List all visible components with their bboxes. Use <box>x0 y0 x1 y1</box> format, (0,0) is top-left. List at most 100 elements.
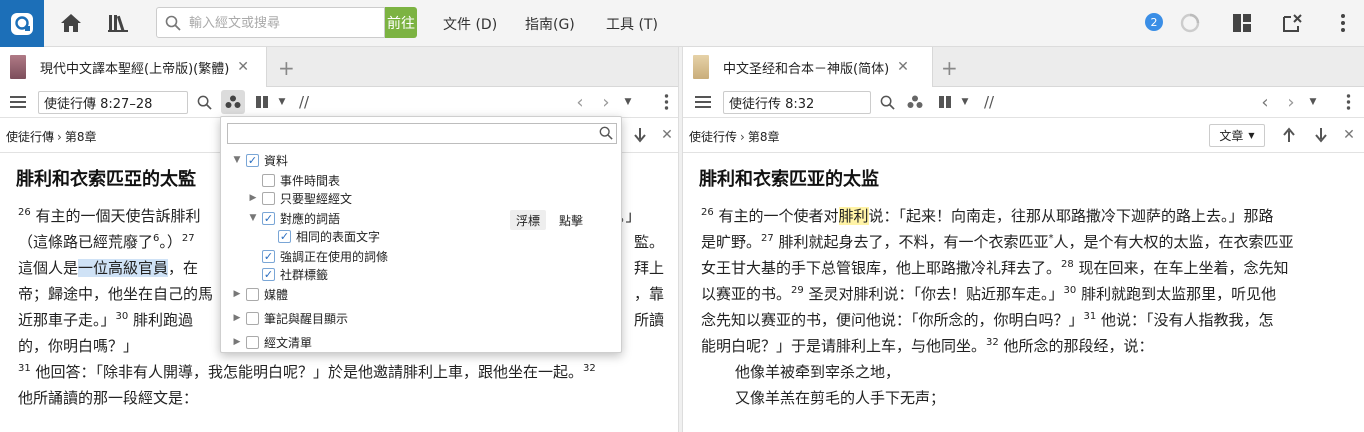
close-panels-icon[interactable] <box>1279 10 1305 36</box>
tree-item[interactable]: ▶ 媒體 <box>231 284 288 304</box>
tree-item[interactable]: 社群標籤 <box>247 264 328 284</box>
left-tabbar: 現代中文譯本聖經(上帝版)(繁體) ✕ + <box>0 47 678 87</box>
checkbox[interactable] <box>246 311 259 325</box>
tree-item-label: 只要聖經經文 <box>280 191 353 206</box>
chevron-down-icon[interactable]: ▼ <box>272 92 292 112</box>
arrow-up-icon[interactable] <box>1279 125 1299 145</box>
information-dropdown: ▼ 資料事件時間表 ▶ 只要聖經經文 ▼ 對應的詞語相同的表面文字強調正在使用的詞條社群標… <box>220 116 622 353</box>
tree-item-label: 媒體 <box>264 287 289 302</box>
breadcrumb-book[interactable]: 使徒行传 <box>689 130 737 144</box>
notification-badge[interactable]: 2 <box>1145 13 1163 31</box>
menu-guide[interactable]: 指南(G) <box>525 14 575 34</box>
verse-line-tail: 監。 <box>634 233 665 251</box>
link-slash-icon[interactable]: // <box>294 92 314 112</box>
history-dropdown-icon[interactable]: ▼ <box>618 92 638 112</box>
back-icon[interactable]: ‹ <box>570 92 590 113</box>
tree-item[interactable]: 強調正在使用的詞條 <box>247 246 388 266</box>
float-option-button[interactable]: 浮標 <box>510 210 547 230</box>
book-cover-icon <box>693 55 709 79</box>
checkbox[interactable] <box>262 191 275 205</box>
checkbox[interactable] <box>246 153 259 167</box>
click-option-button[interactable]: 點擊 <box>559 210 583 230</box>
forward-icon[interactable]: › <box>1281 92 1301 113</box>
verse-line: 是旷野。27 腓利就起身去了，不料，有一个衣索匹亚*人，是个有大权的太监，在衣索… <box>701 233 1294 251</box>
tree-item[interactable]: ▼ 資料 <box>231 150 288 170</box>
add-tab-icon[interactable]: + <box>941 56 958 80</box>
information-icon[interactable] <box>221 90 245 114</box>
right-text-body: 26 有主的一个使者对腓利说：「起来！向南走，往那从耶路撒冷下迦萨的路上去。」那… <box>701 203 1351 411</box>
collapse-arrow-icon[interactable]: ▶ <box>247 193 259 203</box>
tree-item[interactable]: 事件時間表 <box>247 170 340 190</box>
app-logo[interactable] <box>0 0 44 47</box>
close-icon[interactable]: ✕ <box>1339 125 1359 145</box>
tree-item[interactable]: ▶ 經文清單 <box>231 332 312 352</box>
expand-arrow-icon[interactable]: ▼ <box>231 155 243 165</box>
panel-menu-icon[interactable] <box>1338 92 1358 112</box>
reference-input[interactable] <box>38 91 188 114</box>
expand-arrow-icon[interactable]: ▼ <box>247 213 259 223</box>
left-tab[interactable]: 現代中文譯本聖經(上帝版)(繁體) ✕ <box>0 47 267 87</box>
filter-input[interactable] <box>227 123 617 144</box>
reference-input[interactable] <box>723 91 871 114</box>
tree-item[interactable]: ▼ 對應的詞語 <box>247 208 340 228</box>
library-icon[interactable] <box>106 10 132 36</box>
left-reference-toolbar: ▼ // ‹ › ▼ <box>0 87 678 118</box>
checkbox[interactable] <box>262 267 275 281</box>
tree-item-label: 筆記與醒目顯示 <box>264 311 349 326</box>
highlighted-term[interactable]: 一位高級官員 <box>78 259 169 277</box>
highlighted-term[interactable]: 腓利 <box>838 207 869 225</box>
checkbox[interactable] <box>278 229 291 243</box>
collapse-arrow-icon[interactable]: ▶ <box>231 337 243 347</box>
checkbox[interactable] <box>246 335 259 349</box>
article-dropdown[interactable]: 文章 ▼ <box>1209 124 1265 147</box>
checkbox[interactable] <box>262 211 275 225</box>
chevron-down-icon[interactable]: ▼ <box>955 92 975 112</box>
tree-item[interactable]: ▶ 只要聖經經文 <box>247 188 352 208</box>
back-icon[interactable]: ‹ <box>1255 92 1275 113</box>
checkbox[interactable] <box>262 249 275 263</box>
close-icon[interactable]: ✕ <box>657 125 677 145</box>
more-vertical-icon[interactable] <box>1330 10 1356 36</box>
breadcrumb-chapter[interactable]: 第8章 <box>748 130 780 144</box>
close-icon[interactable]: ✕ <box>897 59 909 75</box>
verse-line-tail: 拜上 <box>634 259 665 277</box>
information-icon[interactable] <box>905 92 925 112</box>
go-button[interactable]: 前往 <box>385 7 417 38</box>
search-icon[interactable] <box>194 92 214 112</box>
forward-icon[interactable]: › <box>596 92 616 113</box>
parallel-columns-icon[interactable] <box>252 92 272 112</box>
parallel-columns-icon[interactable] <box>935 92 955 112</box>
search-icon[interactable] <box>877 92 897 112</box>
history-dropdown-icon[interactable]: ▼ <box>1303 92 1323 112</box>
sync-icon[interactable] <box>1177 10 1203 36</box>
verse-line-tail: ，靠 <box>634 285 665 303</box>
menu-tools[interactable]: 工具 (T) <box>606 14 658 34</box>
breadcrumb-book[interactable]: 使徒行傳 <box>6 130 54 144</box>
breadcrumb-chapter[interactable]: 第8章 <box>65 130 97 144</box>
panel-menu-icon[interactable] <box>656 92 676 112</box>
hamburger-icon[interactable] <box>693 92 713 112</box>
arrow-down-icon[interactable] <box>1311 125 1331 145</box>
tree-item[interactable]: 相同的表面文字 <box>263 226 380 246</box>
logo-icon <box>11 12 33 35</box>
arrow-down-icon[interactable] <box>630 125 650 145</box>
home-icon[interactable] <box>58 10 84 36</box>
close-icon[interactable]: ✕ <box>237 59 249 75</box>
layout-icon[interactable] <box>1229 10 1255 36</box>
verse-line: 以赛亚的书。29 圣灵对腓利说：「你去！贴近那车走。」30 腓利就跑到太监那里，… <box>701 285 1277 303</box>
collapse-arrow-icon[interactable]: ▶ <box>231 313 243 323</box>
checkbox[interactable] <box>246 287 259 301</box>
right-tab[interactable]: 中文圣经和合本－神版(简体) ✕ <box>683 47 933 87</box>
tree-item-label: 事件時間表 <box>280 173 341 188</box>
collapse-arrow-icon[interactable]: ▶ <box>231 289 243 299</box>
add-tab-icon[interactable]: + <box>278 56 295 80</box>
search-input[interactable] <box>189 13 379 33</box>
hamburger-icon[interactable] <box>8 92 28 112</box>
tree-item-label: 資料 <box>264 153 289 168</box>
tree-item-label: 經文清單 <box>264 335 313 350</box>
checkbox[interactable] <box>262 173 275 187</box>
link-slash-icon[interactable]: // <box>979 92 999 112</box>
right-content: 腓利和衣索匹亚的太监 26 有主的一个使者对腓利说：「起来！向南走，往那从耶路撒… <box>683 153 1364 432</box>
menu-document[interactable]: 文件 (D) <box>443 14 497 34</box>
tree-item[interactable]: ▶ 筆記與醒目顯示 <box>231 308 348 328</box>
